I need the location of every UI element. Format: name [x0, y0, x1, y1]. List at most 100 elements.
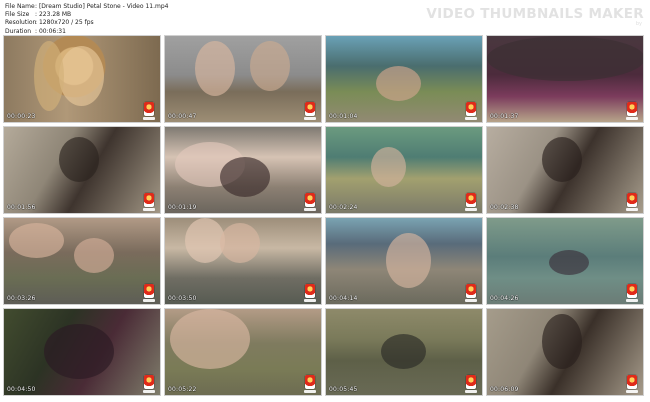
legs-shape	[195, 41, 235, 96]
thumbnail-13[interactable]: 00:04:50	[3, 308, 161, 396]
studio-logo-base-icon	[465, 299, 477, 302]
watermark: VIDEO THUMBNAILS MAKER by	[426, 6, 644, 27]
crabs-shape	[44, 324, 114, 379]
studio-logo-icon	[466, 102, 476, 116]
crab-shape	[220, 157, 270, 197]
thumbnail-16[interactable]: 00:06:09	[486, 308, 644, 396]
timestamp: 00:00:23	[7, 113, 36, 120]
studio-logo-icon	[466, 375, 476, 389]
studio-logo-base-icon	[465, 208, 477, 211]
file-size-sep: :	[35, 11, 38, 19]
crevice-shape	[59, 137, 99, 182]
studio-logo-icon	[627, 102, 637, 116]
file-name-value: [Dream Studio] Petal Stone - Video 11.mp…	[38, 3, 169, 10]
file-name-row: File Name : [Dream Studio] Petal Stone -…	[5, 3, 168, 11]
thumbnail-2[interactable]: 00:00:47	[164, 35, 322, 123]
studio-logo-icon	[466, 284, 476, 298]
timestamp: 00:04:50	[7, 386, 36, 393]
studio-logo-base-icon	[143, 208, 155, 211]
timestamp: 00:01:04	[329, 113, 358, 120]
thumbnail-5[interactable]: 00:01:56	[3, 126, 161, 214]
resolution-value: 1280x720 / 25 fps	[38, 19, 94, 27]
thumbnail-grid: 00:00:23 00:00:47 00:01:04 00:01:37 00:0…	[3, 35, 647, 399]
file-name-key: File Name	[5, 3, 35, 10]
timestamp: 00:04:14	[329, 295, 358, 302]
thumbnail-7[interactable]: 00:02:24	[325, 126, 483, 214]
studio-logo-base-icon	[626, 390, 638, 393]
girl-in-pool-shape	[371, 147, 406, 187]
resolution-sep: :	[35, 19, 38, 27]
studio-logo-base-icon	[304, 208, 316, 211]
thumbnail-14[interactable]: 00:05:22	[164, 308, 322, 396]
shadow-shape	[487, 36, 643, 81]
file-size-key: File Size	[5, 11, 30, 19]
thumbnail-10[interactable]: 00:03:50	[164, 217, 322, 305]
studio-logo-icon	[627, 284, 637, 298]
studio-logo-icon	[305, 193, 315, 207]
timestamp: 00:02:24	[329, 204, 358, 211]
crab-shape	[549, 250, 589, 275]
studio-logo-base-icon	[304, 390, 316, 393]
timestamp: 00:05:22	[168, 386, 197, 393]
studio-logo-base-icon	[626, 117, 638, 120]
timestamp: 00:04:26	[490, 295, 519, 302]
studio-logo-base-icon	[304, 117, 316, 120]
leg-shape	[185, 218, 225, 263]
timestamp: 00:03:26	[7, 295, 36, 302]
studio-logo-icon	[466, 193, 476, 207]
legs-shape-2	[250, 41, 290, 91]
thumbnail-6[interactable]: 00:01:19	[164, 126, 322, 214]
thumbnail-15[interactable]: 00:05:45	[325, 308, 483, 396]
girl-sitting-shape	[386, 233, 431, 288]
studio-logo-icon	[144, 375, 154, 389]
timestamp: 00:01:19	[168, 204, 197, 211]
studio-logo-icon	[305, 284, 315, 298]
studio-logo-base-icon	[143, 390, 155, 393]
crevice-shape	[542, 314, 582, 369]
resolution-row: Resolution : 1280x720 / 25 fps	[5, 19, 168, 27]
timestamp: 00:01:37	[490, 113, 519, 120]
studio-logo-icon	[144, 193, 154, 207]
timestamp: 00:06:09	[490, 386, 519, 393]
thumbnail-3[interactable]: 00:01:04	[325, 35, 483, 123]
studio-logo-base-icon	[626, 299, 638, 302]
timestamp: 00:03:50	[168, 295, 197, 302]
studio-logo-icon	[627, 193, 637, 207]
thumbnail-8[interactable]: 00:02:38	[486, 126, 644, 214]
studio-logo-icon	[144, 102, 154, 116]
studio-logo-base-icon	[143, 117, 155, 120]
file-size-row: File Size : 223.28 MB	[5, 11, 168, 19]
hands-shape	[170, 309, 250, 369]
studio-logo-icon	[305, 375, 315, 389]
timestamp: 00:05:45	[329, 386, 358, 393]
thumbnail-12[interactable]: 00:04:26	[486, 217, 644, 305]
timestamp: 00:02:38	[490, 204, 519, 211]
studio-logo-icon	[144, 284, 154, 298]
studio-logo-base-icon	[465, 117, 477, 120]
crevice-crab-shape	[542, 137, 582, 182]
thumbnail-11[interactable]: 00:04:14	[325, 217, 483, 305]
studio-logo-base-icon	[143, 299, 155, 302]
studio-logo-base-icon	[626, 208, 638, 211]
file-size-value: 223.28 MB	[38, 11, 72, 19]
timestamp: 00:00:47	[168, 113, 197, 120]
file-info-header: File Name : [Dream Studio] Petal Stone -…	[5, 3, 168, 36]
girl-crouching-shape	[376, 66, 421, 101]
thumbnail-1[interactable]: 00:00:23	[3, 35, 161, 123]
watermark-title: VIDEO THUMBNAILS MAKER	[426, 6, 644, 22]
file-name-sep: :	[35, 3, 38, 10]
hand-shape	[74, 238, 114, 273]
resolution-key: Resolution	[5, 19, 37, 27]
studio-logo-icon	[627, 375, 637, 389]
crab-shape	[381, 334, 426, 369]
hand-shape	[220, 223, 260, 263]
thumbnail-4[interactable]: 00:01:37	[486, 35, 644, 123]
studio-logo-base-icon	[304, 299, 316, 302]
arm-shape	[9, 223, 64, 258]
timestamp: 00:01:56	[7, 204, 36, 211]
thumbnail-9[interactable]: 00:03:26	[3, 217, 161, 305]
girl-face-shape	[59, 46, 104, 106]
studio-logo-base-icon	[465, 390, 477, 393]
studio-logo-icon	[305, 102, 315, 116]
hair-shape	[34, 41, 64, 111]
